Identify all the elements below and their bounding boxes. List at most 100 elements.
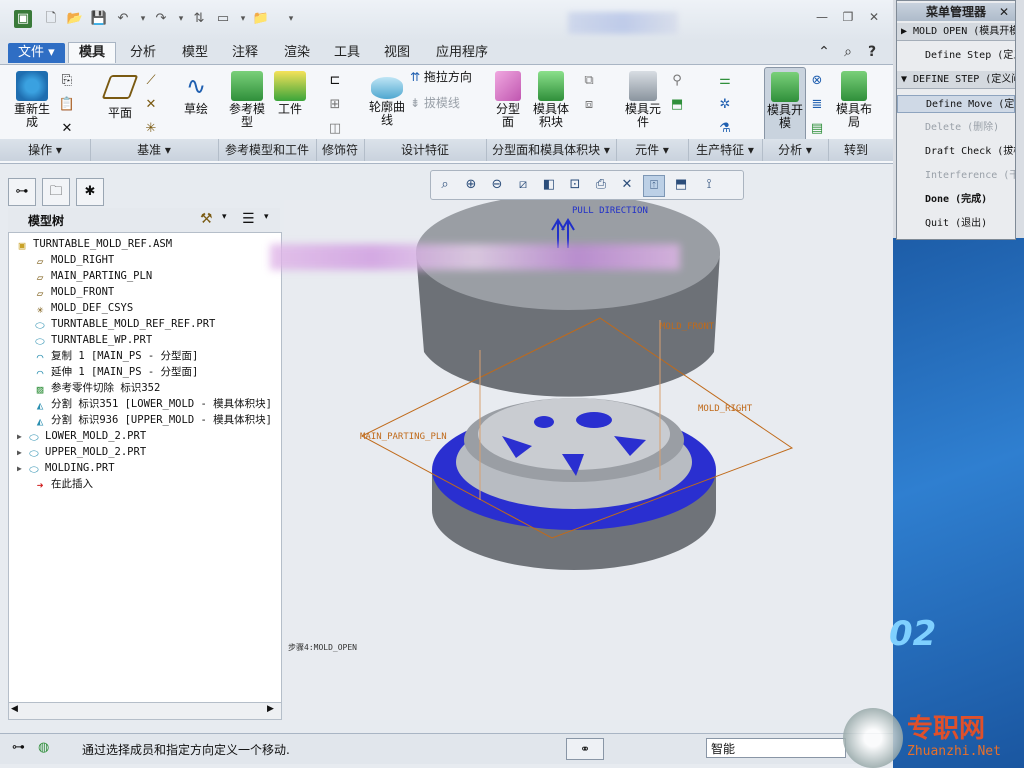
help-icon[interactable]: ? xyxy=(862,42,882,62)
tree-node[interactable]: ⬭ TURNTABLE_WP.PRT xyxy=(9,332,152,348)
collapse-ribbon-icon[interactable]: ⌃ xyxy=(814,42,834,62)
regenerate-button[interactable]: 重新生成 xyxy=(10,71,54,129)
redo-icon[interactable]: ↷ xyxy=(152,10,170,28)
tree-expand-icon[interactable]: ▶ xyxy=(17,461,27,477)
tree-node[interactable]: ⬭ TURNTABLE_MOLD_REF_REF.PRT xyxy=(9,316,215,332)
tree-node[interactable]: ▶ ⬭ MOLDING.PRT xyxy=(9,460,115,476)
tree-node[interactable]: ◠ 复制 1 [MAIN_PS - 分型面] xyxy=(9,348,199,364)
sketch-button[interactable]: ∿ 草绘 xyxy=(176,71,216,116)
browser-toggle-icon[interactable]: ◍ xyxy=(38,740,49,755)
tree-node[interactable]: ◭ 分割 标识351 [LOWER_MOLD - 模具体积块] xyxy=(9,396,272,412)
tree-node[interactable]: ➜ 在此插入 xyxy=(9,476,93,492)
runner-icon[interactable]: ⚌ xyxy=(716,73,734,89)
annotation-display-icon[interactable]: ⍐ xyxy=(643,175,665,197)
tab-render[interactable]: 渲染 xyxy=(274,43,320,63)
tree-node[interactable]: ◠ 延伸 1 [MAIN_PS - 分型面] xyxy=(9,364,199,380)
tree-node[interactable]: ▣ TURNTABLE_MOLD_REF.ASM xyxy=(9,236,172,252)
menu-manager-item[interactable]: Define Move (定义移动) xyxy=(897,95,1015,113)
save-icon[interactable]: 💾 xyxy=(90,10,108,28)
menu-manager-item[interactable]: Define Step (定义间距) xyxy=(897,47,1015,65)
csys-display-icon[interactable]: ⟟ xyxy=(699,175,719,195)
restore-icon[interactable]: ❐ xyxy=(838,8,858,26)
offset-icon[interactable]: ◫ xyxy=(326,121,344,137)
paste-icon[interactable]: 📋 xyxy=(58,97,76,113)
navigator-toggle-icon[interactable]: ⊶ xyxy=(12,740,25,755)
outline-curve-button[interactable]: 轮廓曲线 xyxy=(368,71,406,127)
shrink-icon[interactable]: ⊏ xyxy=(326,73,344,89)
mold-component-button[interactable]: 模具元件 xyxy=(620,71,666,129)
repaint-icon[interactable]: ⧄ xyxy=(513,175,533,195)
draft-check-icon[interactable]: ⊗ xyxy=(808,73,826,89)
redo-dropdown-icon[interactable]: ▾ xyxy=(172,10,190,28)
regenerate-icon[interactable]: ⇅ xyxy=(190,10,208,28)
tree-node[interactable]: ▱ MOLD_FRONT xyxy=(9,284,115,300)
undo-dropdown-icon[interactable]: ▾ xyxy=(134,10,152,28)
tree-node[interactable]: ▨ 参考零件切除 标识352 xyxy=(9,380,161,396)
mold-open-button[interactable]: 模具开模 xyxy=(764,67,806,143)
tab-analysis[interactable]: 分析 xyxy=(120,43,166,63)
refit-icon[interactable]: ⌕ xyxy=(435,175,455,195)
tree-expand-icon[interactable]: ▶ xyxy=(17,445,27,461)
tree-settings-dropdown-icon[interactable]: ▾ xyxy=(222,212,227,222)
thickness-check-icon[interactable]: ≣ xyxy=(808,97,826,113)
new-icon[interactable]: 🗋 xyxy=(42,10,60,28)
projected-area-icon[interactable]: ▤ xyxy=(808,121,826,137)
tab-file[interactable]: 文件 ▾ xyxy=(8,43,65,63)
undo-icon[interactable]: ↶ xyxy=(114,10,132,28)
tree-node[interactable]: ▱ MOLD_RIGHT xyxy=(9,252,115,268)
tab-view[interactable]: 视图 xyxy=(374,43,420,63)
group-components[interactable]: 元件 ▾ xyxy=(616,139,689,161)
zoom-in-icon[interactable]: ⊕ xyxy=(461,175,481,195)
group-datum[interactable]: 基准 ▾ xyxy=(90,139,219,161)
volume-merge-icon[interactable]: ⧈ xyxy=(580,97,598,113)
zoom-out-icon[interactable]: ⊖ xyxy=(487,175,507,195)
group-operations[interactable]: 操作 ▾ xyxy=(0,139,91,161)
pull-direction-button[interactable]: ⇈ 拖拉方向 xyxy=(410,71,482,84)
tab-tools[interactable]: 工具 xyxy=(324,43,370,63)
draft-line-button[interactable]: ⇟ 拔模线 xyxy=(410,97,482,110)
tree-horizontal-scrollbar[interactable]: ◀ ▶ xyxy=(8,702,282,720)
tree-node[interactable]: ◭ 分割 标识936 [UPPER_MOLD - 模具体积块] xyxy=(9,412,272,428)
plane-button[interactable]: 平面 xyxy=(100,71,140,120)
datum-display-icon[interactable]: ✕ xyxy=(617,175,637,195)
app-icon[interactable]: ▣ xyxy=(14,10,32,28)
binoculars-button[interactable]: ⚭ xyxy=(566,738,604,760)
graphics-viewport[interactable]: PULL DIRECTION MOLD_FRONT MOLD_RIGHT MAI… xyxy=(270,194,890,720)
minimize-icon[interactable]: — xyxy=(812,8,832,26)
menu-manager-item[interactable]: Done (完成) xyxy=(897,191,1015,209)
point-icon[interactable]: ✕ xyxy=(142,97,160,113)
group-production-features[interactable]: 生产特征 ▾ xyxy=(688,139,763,161)
tree-filter-dropdown-icon[interactable]: ▾ xyxy=(264,212,269,222)
mold-layout-button[interactable]: 模具布局 xyxy=(834,71,874,129)
favorites-tab[interactable]: ✱ xyxy=(76,178,104,206)
molding-icon[interactable]: ⬒ xyxy=(668,97,686,113)
scroll-left-icon[interactable]: ◀ xyxy=(11,704,18,714)
tree-node[interactable]: ▶ ⬭ LOWER_MOLD_2.PRT xyxy=(9,428,146,444)
tab-annotate[interactable]: 注释 xyxy=(222,43,268,63)
reference-model-button[interactable]: 参考模型 xyxy=(224,71,270,129)
search-icon[interactable]: ⌕ xyxy=(838,42,858,62)
tab-applications[interactable]: 应用程序 xyxy=(426,43,498,63)
display-style-icon[interactable]: ◧ xyxy=(539,175,559,195)
menu-manager-item[interactable]: ▼ DEFINE STEP (定义间距) xyxy=(897,71,1015,89)
windows-dropdown-icon[interactable]: ▾ xyxy=(234,10,252,28)
delete-icon[interactable]: ✕ xyxy=(58,121,76,137)
workpiece-button[interactable]: 工件 xyxy=(272,71,308,116)
cavity-insert-icon[interactable]: ⚲ xyxy=(668,73,686,89)
tree-node[interactable]: ▶ ⬭ UPPER_MOLD_2.PRT xyxy=(9,444,146,460)
menu-manager-close-icon[interactable]: ✕ xyxy=(999,3,1009,21)
model-tree-tab[interactable]: ⊶ xyxy=(8,178,36,206)
more-icon[interactable]: ▾ xyxy=(282,10,300,28)
view-manager-icon[interactable]: ⎙ xyxy=(591,175,611,195)
group-analysis[interactable]: 分析 ▾ xyxy=(762,139,829,161)
folder-icon[interactable]: 📁 xyxy=(252,10,270,28)
close-icon[interactable]: ✕ xyxy=(864,8,884,26)
menu-manager-item[interactable]: Quit (退出) xyxy=(897,215,1015,233)
csys-icon[interactable]: ✳ xyxy=(142,121,160,137)
tree-expand-icon[interactable]: ▶ xyxy=(17,429,27,445)
windows-icon[interactable]: ▭ xyxy=(214,10,232,28)
axis-icon[interactable]: ⟋ xyxy=(142,73,160,89)
tree-node[interactable]: ▱ MAIN_PARTING_PLN xyxy=(9,268,152,284)
selection-filter-select[interactable]: 智能 xyxy=(706,738,846,758)
folder-browser-tab[interactable]: 🗀 xyxy=(42,178,70,206)
